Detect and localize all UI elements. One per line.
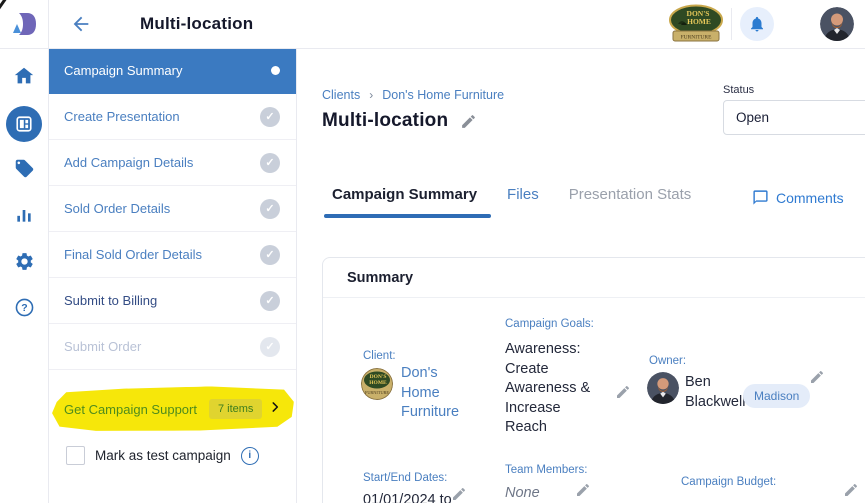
campaign-steps-panel: Campaign Summary Create Presentation ✓ A… — [48, 48, 297, 503]
campaign-goals-value: Awareness: Create Awareness & Increase R… — [505, 340, 600, 438]
edit-title-pencil-icon[interactable] — [460, 113, 477, 130]
tab-files[interactable]: Files — [507, 186, 539, 216]
test-campaign-row: Mark as test campaign i — [48, 446, 296, 465]
breadcrumb: Clients › Don's Home Furniture — [322, 88, 504, 102]
spacer — [48, 370, 296, 386]
step-label: Final Sold Order Details — [64, 247, 202, 262]
notifications-button[interactable] — [740, 7, 774, 41]
back-arrow-icon[interactable] — [70, 13, 92, 40]
tab-presentation-stats[interactable]: Presentation Stats — [569, 186, 692, 216]
client-mini-logo: DON'S HOME FURNITURE — [361, 368, 393, 400]
svg-text:FURNITURE: FURNITURE — [365, 390, 389, 395]
check-circle-icon: ✓ — [260, 199, 280, 219]
dates-label: Start/End Dates: — [363, 472, 447, 484]
cursor-artifact — [0, 0, 7, 12]
client-name-link[interactable]: Don's Home Furniture — [401, 364, 471, 423]
step-add-campaign-details[interactable]: Add Campaign Details ✓ — [48, 140, 296, 186]
step-campaign-summary[interactable]: Campaign Summary — [48, 48, 296, 94]
user-avatar[interactable] — [820, 7, 854, 41]
tag-icon — [14, 158, 35, 179]
window-title: Multi-location — [140, 14, 253, 34]
svg-text:?: ? — [21, 302, 27, 314]
status-dropdown[interactable]: Open — [723, 100, 865, 135]
edit-goals-pencil-icon[interactable] — [615, 384, 631, 400]
support-count-badge: 7 items — [209, 399, 262, 419]
sidebar-item-settings[interactable] — [0, 251, 48, 272]
sidebar-item-reports[interactable] — [0, 205, 48, 225]
step-final-sold-order-details[interactable]: Final Sold Order Details ✓ — [48, 232, 296, 278]
owner-market-badge: Madison — [743, 384, 810, 408]
dashboard-icon — [15, 115, 33, 133]
home-icon — [13, 65, 35, 87]
breadcrumb-separator: › — [369, 88, 373, 102]
active-dot-icon — [271, 66, 280, 75]
support-label: Get Campaign Support — [64, 402, 197, 417]
step-label: Submit to Billing — [64, 293, 157, 308]
top-bar: Multi-location DON'S HOME FURNITURE — [0, 0, 865, 49]
check-circle-icon: ✓ — [260, 245, 280, 265]
step-create-presentation[interactable]: Create Presentation ✓ — [48, 94, 296, 140]
check-circle-icon: ✓ — [260, 153, 280, 173]
team-members-label: Team Members: — [505, 464, 587, 476]
edit-dates-pencil-icon[interactable] — [451, 486, 467, 502]
comment-bubble-icon — [752, 189, 769, 206]
chevron-right-icon — [268, 400, 282, 419]
bell-icon — [748, 15, 766, 33]
step-label: Create Presentation — [64, 109, 180, 124]
edit-budget-pencil-icon[interactable] — [843, 482, 859, 498]
summary-card: Summary Client: DON'S HOME FURNITURE Don… — [322, 257, 865, 503]
tab-bar: Campaign Summary Files Presentation Stat… — [332, 186, 691, 216]
divider — [731, 8, 732, 40]
test-campaign-label: Mark as test campaign — [95, 448, 231, 463]
client-logo-badge: DON'S HOME FURNITURE — [668, 4, 724, 49]
bar-chart-icon — [14, 205, 34, 225]
team-members-value: None — [505, 484, 540, 503]
sidebar-item-help[interactable]: ? — [0, 297, 48, 318]
status-value: Open — [736, 110, 769, 125]
step-sold-order-details[interactable]: Sold Order Details ✓ — [48, 186, 296, 232]
step-submit-to-billing[interactable]: Submit to Billing ✓ — [48, 278, 296, 324]
owner-avatar — [647, 372, 679, 404]
sidebar-item-home[interactable] — [0, 65, 48, 87]
check-circle-icon: ✓ — [260, 337, 280, 357]
campaign-goals-label: Campaign Goals: — [505, 318, 594, 330]
svg-text:HOME: HOME — [687, 17, 711, 26]
app-logo-icon[interactable] — [9, 9, 39, 44]
help-icon: ? — [14, 297, 35, 318]
test-campaign-checkbox[interactable] — [66, 446, 85, 465]
summary-card-title: Summary — [347, 270, 413, 286]
step-submit-order[interactable]: Submit Order ✓ — [48, 324, 296, 370]
page-title: Multi-location — [322, 110, 448, 132]
gear-icon — [14, 251, 35, 272]
sidebar-item-tags[interactable] — [0, 158, 48, 179]
icon-rail: ? — [0, 48, 49, 503]
main-content: Clients › Don's Home Furniture Multi-loc… — [296, 48, 865, 503]
svg-text:FURNITURE: FURNITURE — [681, 35, 713, 41]
get-campaign-support-button[interactable]: Get Campaign Support 7 items — [48, 386, 296, 432]
campaign-budget-label: Campaign Budget: — [681, 476, 776, 488]
check-circle-icon: ✓ — [260, 107, 280, 127]
step-label: Sold Order Details — [64, 201, 170, 216]
owner-label: Owner: — [649, 355, 686, 367]
tab-campaign-summary[interactable]: Campaign Summary — [332, 186, 477, 216]
step-label: Add Campaign Details — [64, 155, 193, 170]
comments-button[interactable]: Comments — [752, 189, 844, 206]
info-icon[interactable]: i — [241, 447, 259, 465]
status-label: Status — [723, 84, 754, 96]
check-circle-icon: ✓ — [260, 291, 280, 311]
comments-label: Comments — [776, 190, 844, 206]
sidebar-item-dashboard[interactable] — [0, 106, 48, 142]
app-window: Multi-location DON'S HOME FURNITURE — [0, 0, 865, 503]
step-label: Campaign Summary — [64, 63, 183, 78]
edit-owner-pencil-icon[interactable] — [809, 369, 825, 385]
step-label: Submit Order — [64, 339, 141, 354]
divider — [48, 0, 49, 48]
svg-text:HOME: HOME — [369, 380, 387, 386]
breadcrumb-clients[interactable]: Clients — [322, 88, 360, 102]
breadcrumb-client-name[interactable]: Don's Home Furniture — [382, 88, 504, 102]
client-label: Client: — [363, 350, 396, 362]
edit-team-pencil-icon[interactable] — [575, 482, 591, 498]
